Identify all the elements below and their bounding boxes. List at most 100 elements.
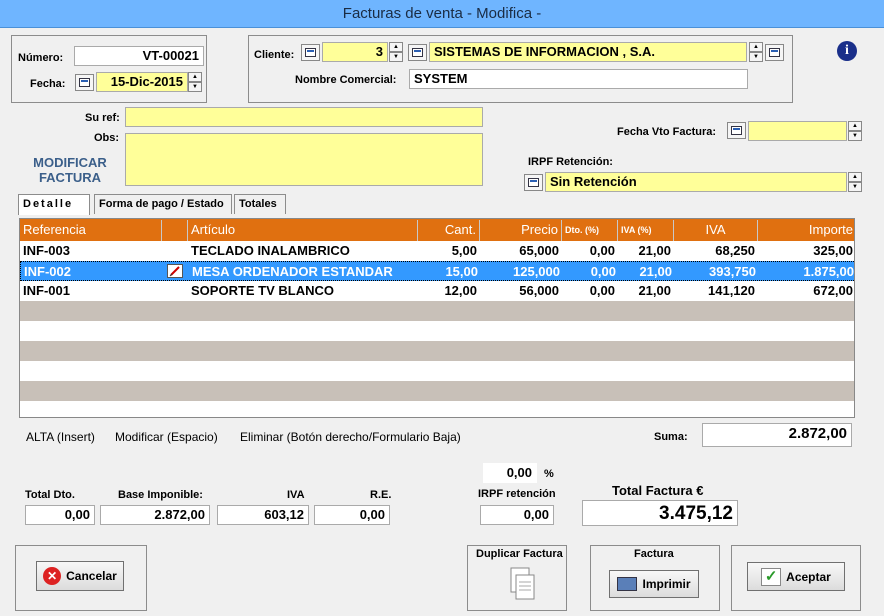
spin-down-icon[interactable]: ▼ bbox=[389, 52, 403, 62]
cancel-button[interactable]: ✕ Cancelar bbox=[36, 561, 124, 591]
irpf-retencion-label: IRPF retención bbox=[478, 488, 556, 500]
col-iva-pct[interactable]: IVA (%) bbox=[618, 220, 674, 241]
edit-pencil-icon[interactable] bbox=[167, 264, 183, 278]
cell-cant: 12,00 bbox=[444, 283, 477, 298]
table-row[interactable]: INF-003 TECLADO INALAMBRICO 5,00 65,000 … bbox=[20, 241, 854, 261]
cliente-code-spinner[interactable]: ▲ ▼ bbox=[389, 42, 403, 62]
empty-row[interactable] bbox=[20, 381, 854, 401]
accept-label: Aceptar bbox=[786, 569, 831, 584]
spin-up-icon[interactable]: ▲ bbox=[848, 121, 862, 131]
irpf-spinner[interactable]: ▲ ▼ bbox=[848, 172, 862, 192]
empty-row[interactable] bbox=[20, 361, 854, 381]
cliente-name-lookup-button[interactable] bbox=[408, 44, 427, 61]
duplicar-label: Duplicar Factura bbox=[476, 548, 563, 560]
spin-down-icon[interactable]: ▼ bbox=[848, 131, 862, 141]
spin-down-icon[interactable]: ▼ bbox=[848, 182, 862, 192]
iva-total-field: 603,12 bbox=[217, 505, 309, 525]
col-precio[interactable]: Precio bbox=[480, 220, 562, 241]
cell-iva-pct: 21,00 bbox=[638, 243, 671, 258]
cell-importe: 325,00 bbox=[813, 243, 853, 258]
checkmark-icon: ✓ bbox=[761, 567, 782, 586]
cliente-name-spinner[interactable]: ▲ ▼ bbox=[749, 42, 763, 62]
lookup-icon bbox=[305, 48, 316, 57]
irpf-lookup-button[interactable] bbox=[524, 174, 543, 191]
col-dto[interactable]: Dto. (%) bbox=[562, 220, 618, 241]
cliente-code-field[interactable]: 3 bbox=[322, 42, 388, 62]
mode-indicator: MODIFICAR FACTURA bbox=[22, 155, 118, 185]
tab-forma-de-pago[interactable]: Forma de pago / Estado bbox=[94, 194, 232, 214]
col-importe[interactable]: Importe bbox=[758, 220, 854, 241]
cell-cant: 15,00 bbox=[445, 264, 478, 279]
duplicate-invoice-button[interactable] bbox=[507, 566, 537, 602]
spin-up-icon[interactable]: ▲ bbox=[188, 72, 202, 82]
fecha-field[interactable]: 15-Dic-2015 bbox=[96, 72, 188, 92]
info-icon[interactable]: i bbox=[837, 41, 857, 61]
total-dto-field: 0,00 bbox=[25, 505, 95, 525]
fecha-vto-picker-button[interactable] bbox=[727, 122, 746, 139]
cell-precio: 65,000 bbox=[519, 243, 559, 258]
irpf-pct-field[interactable]: 0,00 bbox=[483, 463, 537, 483]
tab-totales[interactable]: Totales bbox=[234, 194, 286, 214]
cell-articulo: MESA ORDENADOR ESTANDAR bbox=[192, 264, 393, 279]
copy-document-icon bbox=[510, 567, 535, 600]
spin-down-icon[interactable]: ▼ bbox=[188, 82, 202, 92]
irpf-field[interactable]: Sin Retención bbox=[545, 172, 847, 192]
tab-detalle[interactable]: Detalle bbox=[18, 194, 90, 215]
suma-field: 2.872,00 bbox=[702, 423, 852, 447]
table-row[interactable]: INF-001 SOPORTE TV BLANCO 12,00 56,000 0… bbox=[20, 281, 854, 301]
numero-field[interactable]: VT-00021 bbox=[74, 46, 204, 66]
spin-up-icon[interactable]: ▲ bbox=[389, 42, 403, 52]
grid-header: Referencia Artículo Cant. Precio Dto. (%… bbox=[20, 219, 854, 241]
open-record-icon bbox=[769, 48, 780, 57]
re-field: 0,00 bbox=[314, 505, 390, 525]
empty-row[interactable] bbox=[20, 321, 854, 341]
col-referencia[interactable]: Referencia bbox=[20, 220, 162, 241]
cell-iva: 68,250 bbox=[715, 243, 755, 258]
eliminar-hint: Eliminar (Botón derecho/Formulario Baja) bbox=[240, 430, 461, 444]
fecha-label: Fecha: bbox=[30, 78, 66, 90]
su-ref-label: Su ref: bbox=[85, 112, 120, 124]
lookup-icon bbox=[412, 48, 423, 57]
invoice-lines-grid[interactable]: Referencia Artículo Cant. Precio Dto. (%… bbox=[19, 218, 855, 418]
obs-label: Obs: bbox=[94, 132, 120, 144]
cell-dto: 0,00 bbox=[589, 283, 615, 298]
cell-iva: 393,750 bbox=[709, 264, 756, 279]
col-iva[interactable]: IVA bbox=[674, 220, 758, 241]
fecha-spinner[interactable]: ▲ ▼ bbox=[188, 72, 202, 92]
col-articulo[interactable]: Artículo bbox=[188, 220, 418, 241]
cell-articulo: SOPORTE TV BLANCO bbox=[191, 283, 335, 298]
empty-row[interactable] bbox=[20, 301, 854, 321]
cancel-label: Cancelar bbox=[66, 569, 117, 583]
calendar-icon bbox=[79, 78, 90, 87]
accept-button[interactable]: ✓ Aceptar bbox=[747, 562, 845, 591]
cliente-open-button[interactable] bbox=[765, 44, 784, 61]
obs-field[interactable] bbox=[125, 133, 483, 186]
fecha-vto-spinner[interactable]: ▲ ▼ bbox=[848, 121, 862, 141]
cell-iva-pct: 21,00 bbox=[639, 264, 672, 279]
nombre-comercial-field[interactable]: SYSTEM bbox=[409, 69, 748, 89]
cell-referencia: INF-003 bbox=[23, 243, 70, 258]
print-button[interactable]: Imprimir bbox=[609, 570, 699, 598]
cell-precio: 125,000 bbox=[513, 264, 560, 279]
percent-symbol: % bbox=[544, 468, 554, 480]
window-title: Facturas de venta - Modifica - bbox=[342, 5, 542, 22]
irpf-label: IRPF Retención: bbox=[528, 156, 613, 168]
su-ref-field[interactable] bbox=[125, 107, 483, 127]
spin-up-icon[interactable]: ▲ bbox=[749, 42, 763, 52]
modificar-hint: Modificar (Espacio) bbox=[115, 430, 218, 444]
cell-dto: 0,00 bbox=[590, 264, 616, 279]
spin-up-icon[interactable]: ▲ bbox=[848, 172, 862, 182]
fecha-vto-field[interactable] bbox=[748, 121, 847, 141]
empty-row[interactable] bbox=[20, 341, 854, 361]
fecha-picker-button[interactable] bbox=[75, 74, 94, 91]
print-label: Imprimir bbox=[642, 577, 691, 591]
nombre-comercial-label: Nombre Comercial: bbox=[295, 74, 397, 86]
cliente-name-field[interactable]: SISTEMAS DE INFORMACION , S.A. bbox=[429, 42, 747, 62]
cliente-lookup-button[interactable] bbox=[301, 44, 320, 61]
cell-articulo: TECLADO INALAMBRICO bbox=[191, 243, 350, 258]
spin-down-icon[interactable]: ▼ bbox=[749, 52, 763, 62]
cancel-icon: ✕ bbox=[43, 567, 62, 585]
base-imponible-field: 2.872,00 bbox=[100, 505, 210, 525]
col-cant[interactable]: Cant. bbox=[418, 220, 480, 241]
table-row-selected[interactable]: INF-002 MESA ORDENADOR ESTANDAR 15,00 12… bbox=[20, 261, 854, 281]
